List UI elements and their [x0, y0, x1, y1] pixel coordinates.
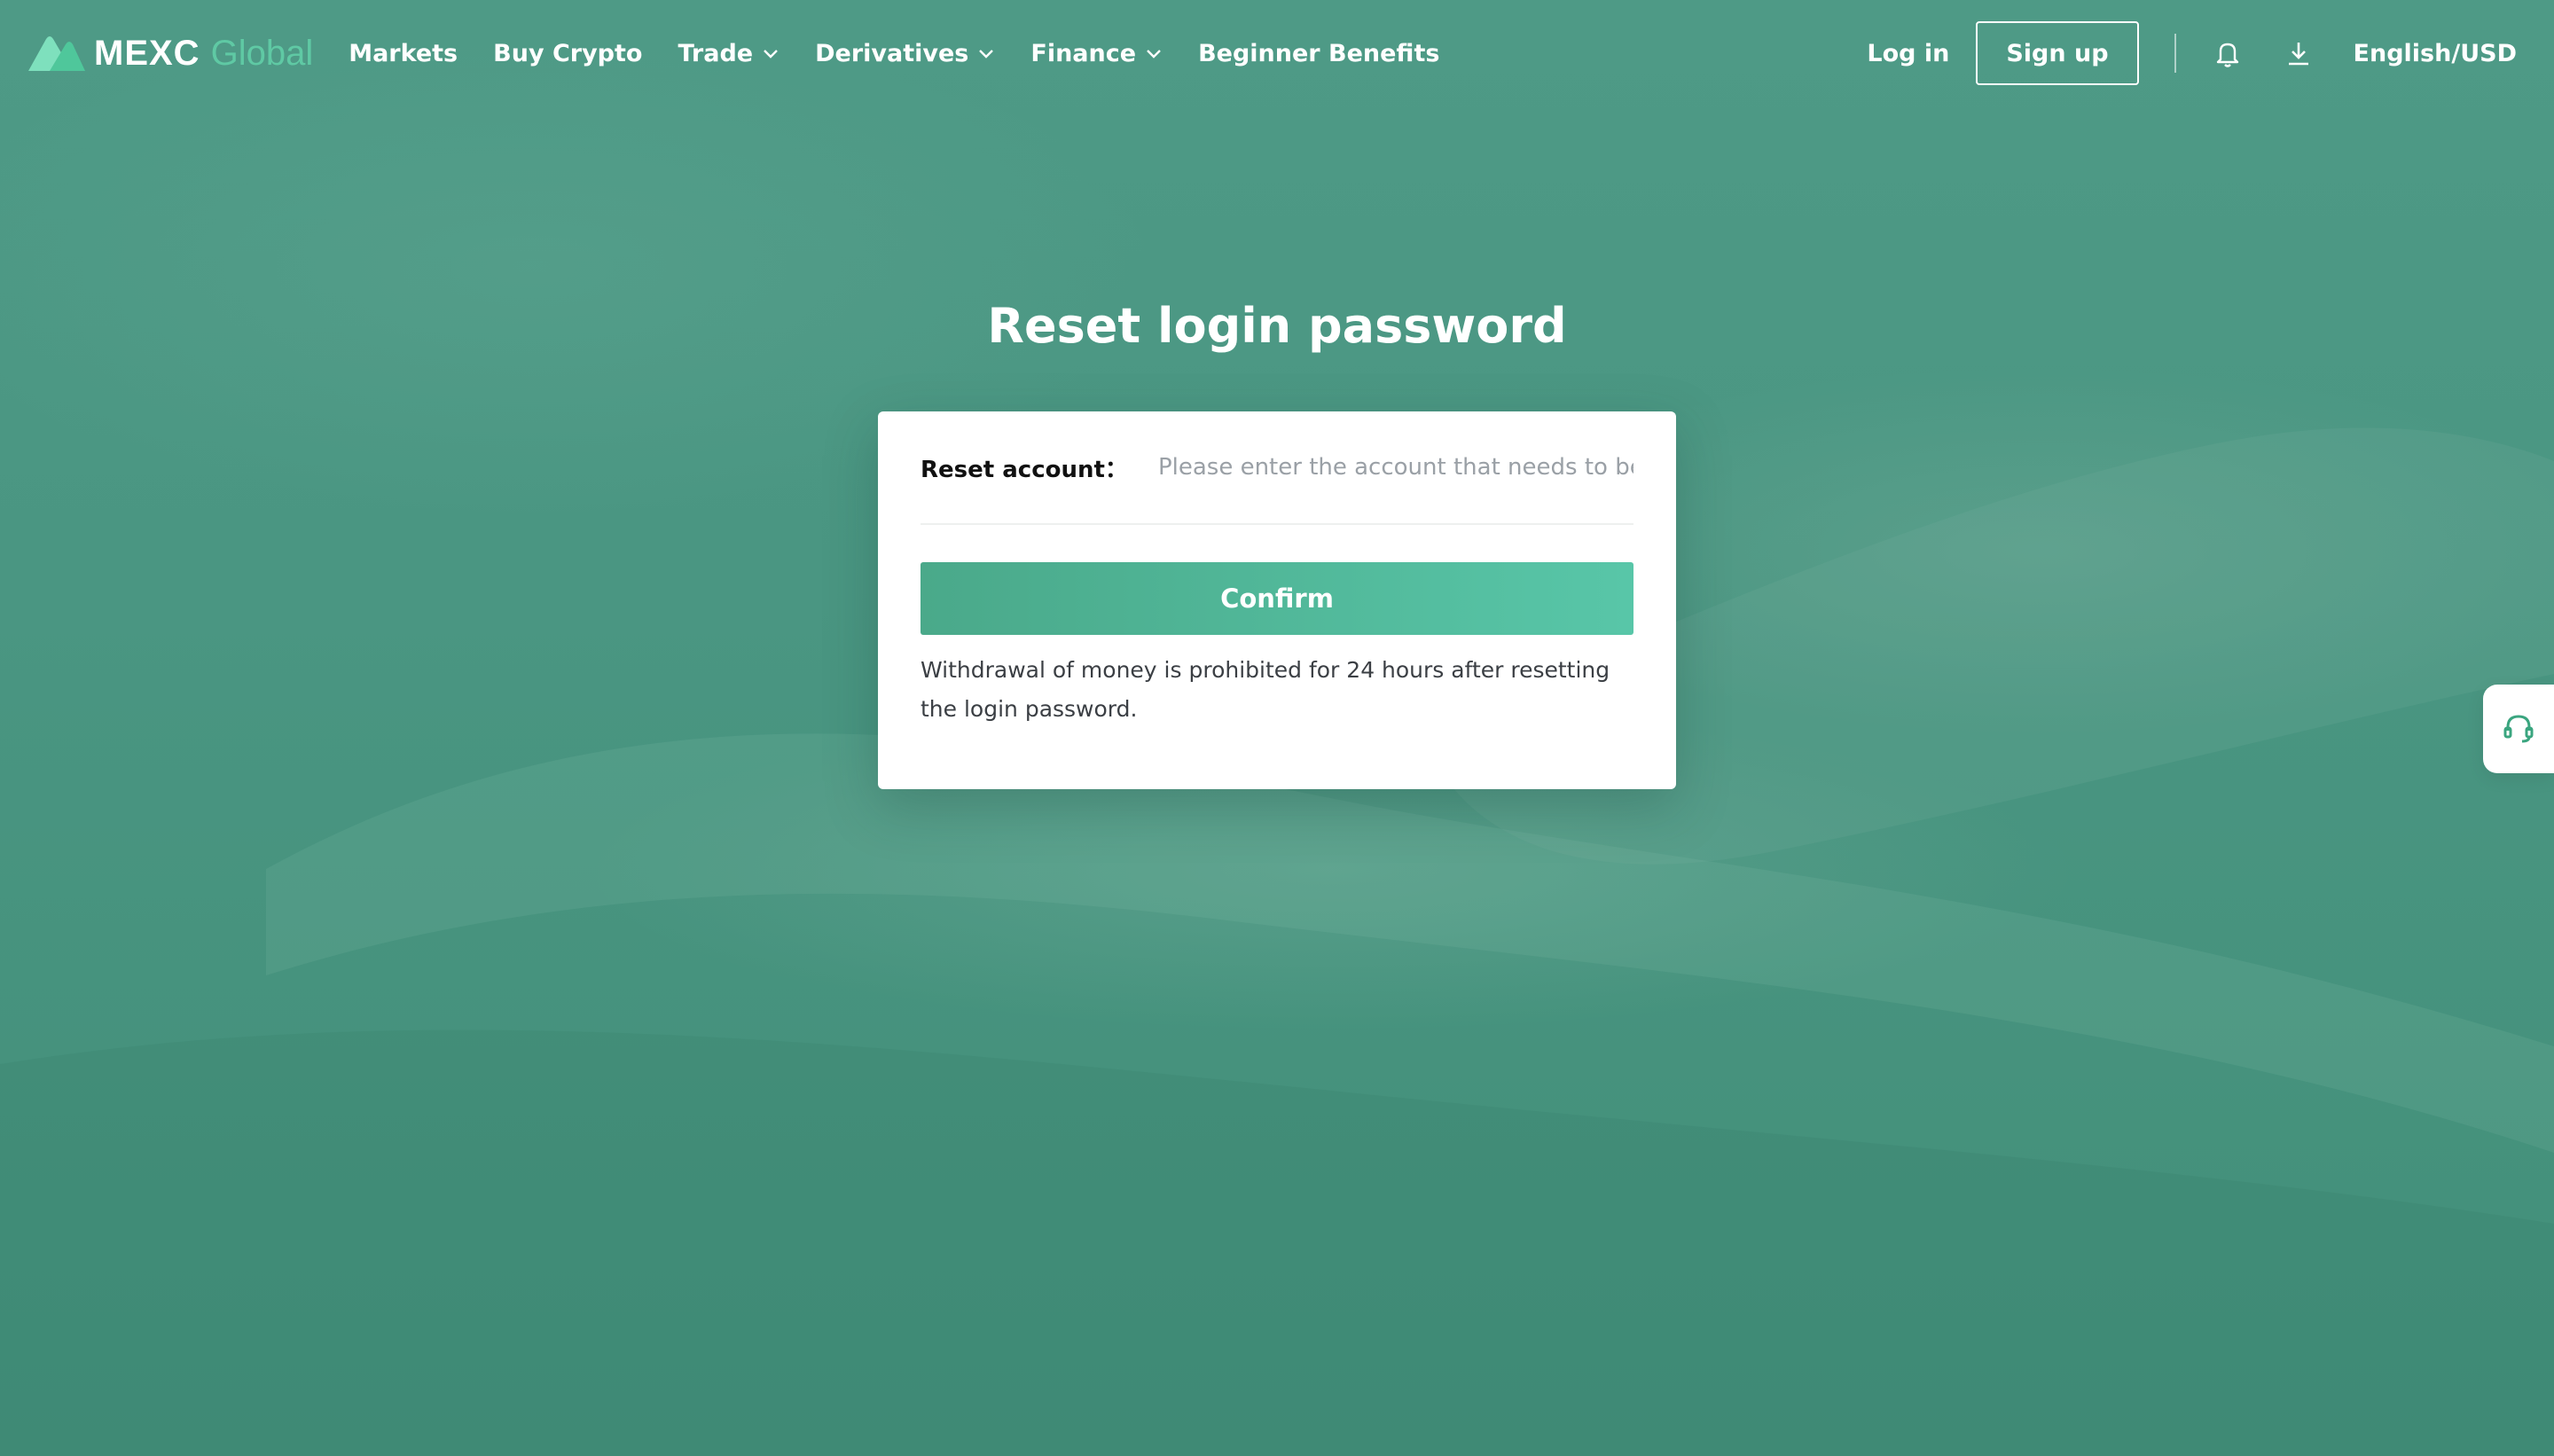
- nav-trade[interactable]: Trade: [678, 40, 780, 67]
- nav-buy-crypto[interactable]: Buy Crypto: [493, 40, 642, 67]
- mexc-logo[interactable]: MEXC Global: [27, 34, 313, 74]
- reset-account-row: Reset account：: [921, 411, 1633, 525]
- chevron-down-icon: [979, 50, 994, 59]
- top-nav: MEXC Global Markets Buy Crypto Trade Der…: [0, 0, 2554, 106]
- header-divider: [2174, 34, 2176, 73]
- nav-derivatives[interactable]: Derivatives: [815, 40, 995, 67]
- page-title: Reset login password: [987, 298, 1567, 354]
- bell-icon[interactable]: [2212, 37, 2244, 69]
- logo-sub: Global: [210, 33, 314, 73]
- reset-account-label: Reset account：: [921, 456, 1128, 483]
- withdrawal-notice: Withdrawal of money is prohibited for 24…: [921, 657, 1610, 722]
- nav-finance-label: Finance: [1030, 39, 1137, 67]
- confirm-button[interactable]: Confirm: [921, 562, 1633, 635]
- chevron-down-icon: [1147, 50, 1161, 59]
- mexc-logo-icon: [28, 36, 85, 71]
- signup-button[interactable]: Sign up: [1976, 21, 2139, 85]
- reset-account-input[interactable]: [1157, 454, 1633, 481]
- nav-beginner-benefits[interactable]: Beginner Benefits: [1198, 40, 1439, 67]
- nav-markets[interactable]: Markets: [349, 40, 458, 67]
- nav-beginner-benefits-label: Beginner Benefits: [1198, 39, 1440, 67]
- nav-trade-label: Trade: [678, 39, 754, 67]
- nav-buy-crypto-label: Buy Crypto: [493, 39, 643, 67]
- download-icon[interactable]: [2283, 37, 2315, 69]
- support-button[interactable]: [2483, 685, 2554, 773]
- logo-text: MEXC: [94, 33, 200, 73]
- headset-icon: [2503, 715, 2534, 743]
- header-actions: Log in Sign up English/USD: [1867, 21, 2527, 85]
- nav-derivatives-label: Derivatives: [815, 39, 969, 67]
- login-link[interactable]: Log in: [1867, 40, 1949, 67]
- main-nav: Markets Buy Crypto Trade Derivatives Fin…: [349, 40, 1439, 67]
- chevron-down-icon: [764, 50, 778, 59]
- nav-finance[interactable]: Finance: [1030, 40, 1163, 67]
- reset-form-card: Reset account： Confirm Withdrawal of mon…: [878, 411, 1676, 789]
- language-selector[interactable]: English/USD: [2354, 40, 2517, 67]
- nav-markets-label: Markets: [349, 39, 458, 67]
